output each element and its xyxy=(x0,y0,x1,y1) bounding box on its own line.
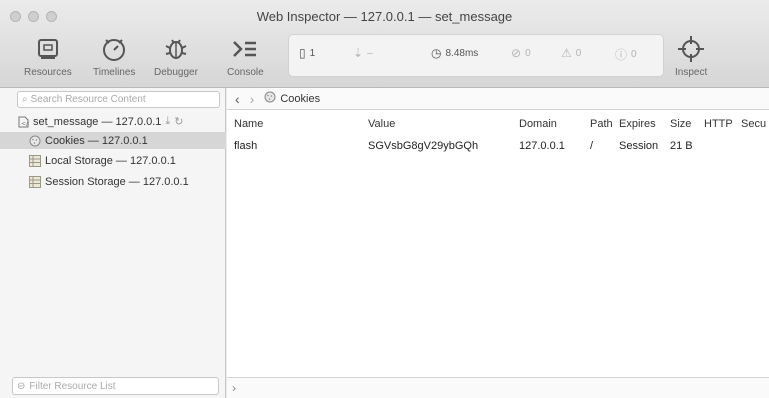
warning-icon: ⚠ xyxy=(561,46,572,60)
cookie-size-cell[interactable]: 21 B xyxy=(670,140,693,152)
cookie-icon xyxy=(29,135,41,147)
quick-console[interactable]: › xyxy=(227,377,769,398)
timelines-label: Timelines xyxy=(93,67,136,78)
stopwatch-icon xyxy=(98,34,130,64)
cookie-value-cell[interactable]: SGVsbG8gV29ybGQh xyxy=(368,140,478,152)
toolbar: Web Inspector — 127.0.0.1 — set_message … xyxy=(0,0,769,88)
forward-button[interactable]: › xyxy=(250,91,255,107)
console-label: Console xyxy=(227,67,264,78)
sidebar-item-set-message[interactable]: </> set_message — 127.0.0.1 ⤓ ↻ xyxy=(17,113,226,130)
navigation-bar: ‹ › Cookies xyxy=(227,88,769,110)
resource-size: ⇣ – xyxy=(353,46,373,60)
column-header-http[interactable]: HTTP xyxy=(704,118,733,130)
console-prompt: › xyxy=(232,381,236,395)
debugger-label: Debugger xyxy=(154,67,198,78)
cookie-expires-cell[interactable]: Session xyxy=(619,140,658,152)
column-header-expires[interactable]: Expires xyxy=(619,118,656,130)
storage-table-icon xyxy=(29,154,41,167)
debugger-tab[interactable]: Debugger xyxy=(154,34,198,84)
document-icon: ▯ xyxy=(299,46,306,60)
download-icon[interactable]: ⤓ xyxy=(165,115,170,128)
resources-icon xyxy=(32,34,64,64)
storage-table-icon xyxy=(29,175,41,188)
bug-icon xyxy=(160,34,192,64)
reload-icon[interactable]: ↻ xyxy=(174,115,183,128)
column-header-value[interactable]: Value xyxy=(368,118,395,130)
svg-text:</>: </> xyxy=(21,120,29,127)
error-icon: ⊘ xyxy=(511,46,522,60)
resources-tab[interactable]: Resources xyxy=(24,34,72,84)
cookie-path-cell[interactable]: / xyxy=(590,140,593,152)
resource-count: ▯ 1 xyxy=(299,46,316,60)
script-file-icon: </> xyxy=(17,116,29,128)
column-header-size[interactable]: Size xyxy=(670,118,691,130)
cookie-name-cell[interactable]: flash xyxy=(234,140,257,152)
search-input[interactable]: ⌕ Search Resource Content xyxy=(17,91,220,108)
error-count[interactable]: ⊘ 0 xyxy=(511,46,531,60)
column-header-path[interactable]: Path xyxy=(590,118,613,130)
column-header-secure[interactable]: Secu xyxy=(741,118,766,130)
back-button[interactable]: ‹ xyxy=(235,91,240,107)
sidebar-item-cookies[interactable]: Cookies — 127.0.0.1 xyxy=(0,132,226,149)
inspect-label: Inspect xyxy=(675,67,708,78)
console-icon xyxy=(229,34,261,64)
inspect-button[interactable]: Inspect xyxy=(675,34,707,84)
search-placeholder: Search Resource Content xyxy=(30,94,146,105)
activity-viewer: ▯ 1 ⇣ – ◷ 8.48ms ⊘ 0 ⚠ 0 ⓘ 0 xyxy=(288,34,664,77)
warning-count[interactable]: ⚠ 0 xyxy=(561,46,581,60)
crosshair-icon xyxy=(675,34,707,64)
window-title: Web Inspector — 127.0.0.1 — set_message xyxy=(256,9,513,24)
resources-label: Resources xyxy=(24,67,72,78)
clock-icon: ◷ xyxy=(431,46,442,60)
log-count[interactable]: ⓘ 0 xyxy=(615,46,637,63)
filter-input[interactable]: ⊖ Filter Resource List xyxy=(12,377,219,395)
breadcrumb[interactable]: Cookies xyxy=(264,91,320,106)
load-time: ◷ 8.48ms xyxy=(431,46,479,60)
filter-placeholder: Filter Resource List xyxy=(29,380,116,392)
log-icon: ⓘ xyxy=(615,48,628,62)
breadcrumb-label: Cookies xyxy=(280,92,321,105)
search-icon: ⌕ xyxy=(22,94,28,105)
column-header-name[interactable]: Name xyxy=(234,118,263,130)
cookies-content: ‹ › Cookies Name Value Domain Path Expir… xyxy=(227,88,769,398)
resources-sidebar: ⌕ Search Resource Content </> set_messag… xyxy=(0,88,226,398)
sidebar-item-session-storage[interactable]: Session Storage — 127.0.0.1 xyxy=(29,173,189,190)
cookie-domain-cell[interactable]: 127.0.0.1 xyxy=(519,140,565,152)
sidebar-item-local-storage[interactable]: Local Storage — 127.0.0.1 xyxy=(29,152,176,169)
filter-icon: ⊖ xyxy=(17,380,26,392)
timelines-tab[interactable]: Timelines xyxy=(93,34,135,84)
console-tab[interactable]: Console xyxy=(227,34,264,84)
column-header-domain[interactable]: Domain xyxy=(519,118,557,130)
size-icon: ⇣ xyxy=(353,46,364,60)
cookie-icon xyxy=(264,91,276,106)
